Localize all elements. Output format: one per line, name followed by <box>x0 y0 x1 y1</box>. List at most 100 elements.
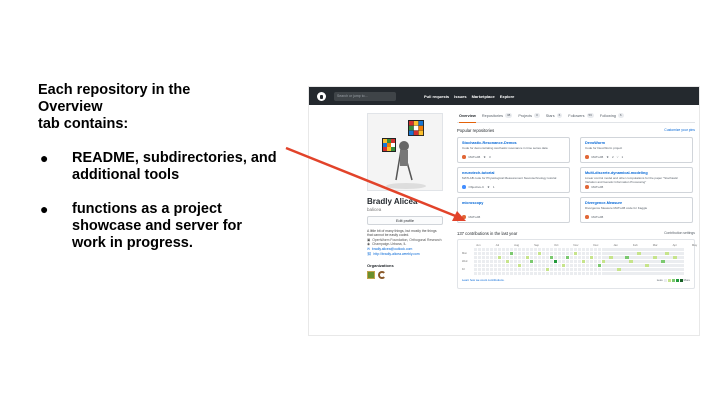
contribution-day[interactable] <box>589 263 593 268</box>
contribution-day[interactable] <box>681 263 685 268</box>
contribution-day[interactable] <box>645 251 649 256</box>
contribution-day[interactable] <box>665 263 669 268</box>
contribution-day[interactable] <box>533 259 538 264</box>
contribution-day[interactable] <box>493 263 498 268</box>
contribution-day[interactable] <box>661 271 665 276</box>
contribution-day[interactable] <box>677 251 681 256</box>
contribution-day[interactable] <box>509 259 514 264</box>
contribution-day[interactable] <box>613 259 617 264</box>
contribution-day[interactable] <box>581 267 585 272</box>
contribution-day[interactable] <box>513 259 518 264</box>
contribution-day[interactable] <box>501 263 506 268</box>
contribution-day[interactable] <box>569 251 573 256</box>
contribution-day[interactable] <box>609 251 613 256</box>
contribution-day[interactable] <box>677 271 681 276</box>
contribution-day[interactable] <box>481 255 486 260</box>
contribution-day[interactable] <box>605 255 609 260</box>
contribution-day[interactable] <box>597 271 601 276</box>
contribution-day[interactable] <box>609 267 613 272</box>
contribution-day[interactable] <box>613 255 617 260</box>
contribution-day[interactable] <box>637 251 641 256</box>
repo-name-link[interactable]: Divergence-Measure <box>585 201 688 205</box>
contribution-day[interactable] <box>657 271 661 276</box>
nav-pull-requests[interactable]: Pull requests <box>424 94 449 99</box>
contribution-day[interactable] <box>493 267 498 272</box>
contribution-day[interactable] <box>481 248 486 252</box>
contribution-day[interactable] <box>517 251 522 256</box>
contribution-day[interactable] <box>509 248 514 252</box>
contribution-day[interactable] <box>665 248 669 252</box>
contribution-day[interactable] <box>681 259 685 264</box>
contribution-day[interactable] <box>493 259 498 264</box>
contribution-day[interactable] <box>505 271 510 276</box>
contribution-day[interactable] <box>489 248 494 252</box>
tab-followers[interactable]: Followers 56 <box>568 109 594 123</box>
contribution-day[interactable] <box>621 255 625 260</box>
tab-repositories[interactable]: Repositories 38 <box>482 109 513 123</box>
contribution-day[interactable] <box>665 255 669 260</box>
contribution-day[interactable] <box>569 255 573 260</box>
contribution-day[interactable] <box>537 251 542 256</box>
contribution-day[interactable] <box>653 267 657 272</box>
avatar[interactable] <box>367 113 443 191</box>
contribution-day[interactable] <box>501 271 506 276</box>
contribution-day[interactable] <box>489 271 494 276</box>
contribution-day[interactable] <box>637 267 641 272</box>
contribution-day[interactable] <box>681 271 685 276</box>
contribution-day[interactable] <box>625 251 629 256</box>
contribution-day[interactable] <box>589 267 593 272</box>
contribution-day[interactable] <box>617 267 621 272</box>
contribution-day[interactable] <box>525 251 530 256</box>
contribution-day[interactable] <box>537 259 542 264</box>
contribution-day[interactable] <box>537 263 542 268</box>
repo-card[interactable]: neurotech-tutorial MATLAB code for Physio… <box>457 167 570 193</box>
contribution-day[interactable] <box>529 255 534 260</box>
contribution-day[interactable] <box>669 255 673 260</box>
contribution-day[interactable] <box>641 248 645 252</box>
contribution-day[interactable] <box>541 248 546 252</box>
contribution-day[interactable] <box>657 263 661 268</box>
contribution-day[interactable] <box>549 255 553 260</box>
contribution-day[interactable] <box>541 267 546 272</box>
contribution-day[interactable] <box>489 255 494 260</box>
contribution-day[interactable] <box>657 259 661 264</box>
contribution-day[interactable] <box>521 271 526 276</box>
contribution-day[interactable] <box>549 251 553 256</box>
contribution-day[interactable] <box>633 259 637 264</box>
contribution-day[interactable] <box>645 271 649 276</box>
contribution-day[interactable] <box>653 259 657 264</box>
contribution-day[interactable] <box>477 255 482 260</box>
contribution-day[interactable] <box>661 267 665 272</box>
contribution-day[interactable] <box>505 263 510 268</box>
contribution-day[interactable] <box>573 271 577 276</box>
contribution-day[interactable] <box>605 271 609 276</box>
contribution-day[interactable] <box>485 255 490 260</box>
repo-name-link[interactable]: neurotech-tutorial <box>462 171 565 175</box>
contribution-day[interactable] <box>525 267 530 272</box>
contribution-day[interactable] <box>485 251 490 256</box>
contribution-day[interactable] <box>517 263 522 268</box>
contribution-day[interactable] <box>541 259 546 264</box>
contribution-day[interactable] <box>569 263 573 268</box>
contribution-day[interactable] <box>673 255 677 260</box>
contribution-day[interactable] <box>517 255 522 260</box>
contribution-day[interactable] <box>481 271 486 276</box>
contribution-day[interactable] <box>593 263 597 268</box>
contribution-day[interactable] <box>553 248 557 252</box>
contribution-day[interactable] <box>661 248 665 252</box>
contribution-day[interactable] <box>513 267 518 272</box>
contribution-day[interactable] <box>561 248 565 252</box>
contribution-day[interactable] <box>501 255 506 260</box>
contribution-day[interactable] <box>617 248 621 252</box>
contribution-day[interactable] <box>645 255 649 260</box>
contribution-day[interactable] <box>593 255 597 260</box>
contribution-day[interactable] <box>593 259 597 264</box>
contribution-day[interactable] <box>525 271 530 276</box>
edit-profile-button[interactable]: Edit profile <box>367 216 443 225</box>
contribution-day[interactable] <box>633 255 637 260</box>
contribution-day[interactable] <box>581 255 585 260</box>
tab-projects[interactable]: Projects 0 <box>518 109 540 123</box>
contribution-day[interactable] <box>569 259 573 264</box>
contribution-day[interactable] <box>553 251 557 256</box>
repo-card[interactable]: Multi-discrete-dynamical-modeling Linear … <box>580 167 693 193</box>
